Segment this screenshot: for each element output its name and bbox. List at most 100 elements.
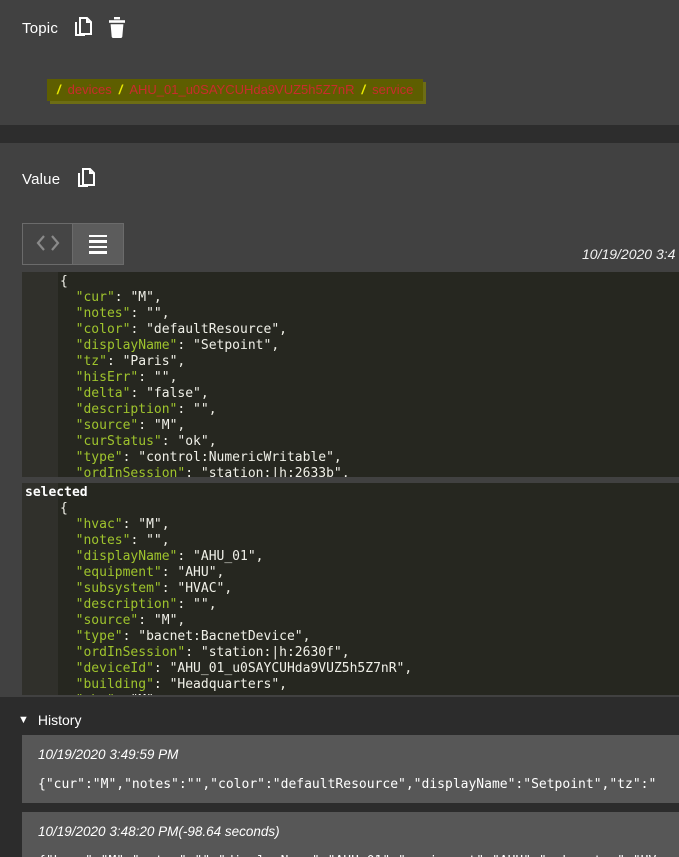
json-key: "displayName" [76,338,178,353]
json-key: "equipment" [76,565,162,580]
json-colon: : [130,386,146,401]
path-segment-devices[interactable]: devices [68,82,112,97]
json-code: {"cur": "M","notes": "","color": "defaul… [22,272,679,477]
path-segment-service[interactable]: service [372,82,413,97]
json-colon: : [123,629,139,644]
json-value: "AHU", [177,565,224,580]
code-line: "source": "M", [22,418,679,434]
raw-view-button[interactable] [23,224,73,264]
code-line: "equipment": "AHU", [22,565,679,581]
code-line: "deviceId": "AHU_01_u0SAYCUHda9VUZ5h5Z7n… [22,661,679,677]
json-key: "ordInSession" [76,645,186,660]
json-colon: : [177,597,193,612]
json-key: "hisErr" [76,370,139,385]
current-value-json[interactable]: {"cur": "M","notes": "","color": "defaul… [22,272,679,477]
json-key: "subsystem" [76,581,162,596]
copy-icon [73,16,93,41]
code-line: "hisErr": "", [22,370,679,386]
json-colon: : [123,517,139,532]
code-line: "cur": "M", [22,290,679,306]
json-value: "M", [154,418,185,433]
json-value: "M", [130,290,161,305]
value-view-toggle [22,223,124,265]
json-value: "ok", [177,434,216,449]
json-colon: : [162,581,178,596]
json-value: "AHU_01_u0SAYCUHda9VUZ5h5Z7nR", [170,661,413,676]
json-code: {"hvac": "M","notes": "","displayName": … [22,501,679,695]
json-value: "Setpoint", [193,338,279,353]
json-key: "notes" [76,306,131,321]
value-title: Value [22,171,60,188]
code-line: "displayName": "AHU_01", [22,549,679,565]
path-segment-device-id[interactable]: AHU_01_u0SAYCUHda9VUZ5h5Z7nR [129,82,354,97]
json-value: "AHU_01", [193,549,263,564]
selected-value-json[interactable]: selected {"hvac": "M","notes": "","displ… [22,483,679,695]
topic-header: Topic [22,16,126,41]
code-line: "notes": "", [22,533,679,549]
value-timestamp: 10/19/2020 3:4 [582,246,675,262]
json-key: "displayName" [76,549,178,564]
history-entry-timestamp: 10/19/2020 3:48:20 PM(-98.64 seconds) [38,824,280,839]
json-colon: : [154,661,170,676]
history-entry[interactable]: 10/19/2020 3:49:59 PM {"cur":"M","notes"… [22,735,679,803]
list-view-button[interactable] [73,224,123,264]
history-entry-timestamp: 10/19/2020 3:49:59 PM [38,747,178,762]
json-value: "station:|h:2633b", [201,466,350,477]
json-key: "source" [76,418,139,433]
history-entry[interactable]: 10/19/2020 3:48:20 PM(-98.64 seconds) {"… [22,812,679,857]
code-line: { [22,501,679,517]
mqtt-message-panel: Topic / devices / AHU_01 [0,0,679,857]
code-line: "type": "bacnet:BacnetDevice", [22,629,679,645]
json-value: "", [146,533,169,548]
code-line: "ordInSession": "station:|h:2633b", [22,466,679,477]
code-line: "notes": "", [22,306,679,322]
json-value: "Paris", [123,354,186,369]
json-value: "M", [138,517,169,532]
json-value: "HVAC", [177,581,232,596]
delete-topic-button[interactable] [108,17,126,41]
section-divider [0,125,679,143]
json-colon: : [107,354,123,369]
json-brace: { [60,274,68,289]
json-key: "building" [76,677,154,692]
json-value: "station:|h:2630f", [201,645,350,660]
json-colon: : [138,370,154,385]
copy-icon [76,167,96,192]
json-value: "", [146,306,169,321]
code-line: "description": "", [22,402,679,418]
json-value: "Headquarters", [170,677,287,692]
code-line: "curStatus": "ok", [22,434,679,450]
code-line: { [22,274,679,290]
path-separator: / [119,82,123,97]
selected-label: selected [22,485,679,501]
value-header: Value [22,167,96,192]
json-colon: : [130,533,146,548]
json-colon: : [177,549,193,564]
code-line: "building": "Headquarters", [22,677,679,693]
json-value: "defaultResource", [146,322,287,337]
copy-topic-button[interactable] [73,16,93,41]
json-key: "ordInSession" [76,466,186,477]
copy-value-button[interactable] [76,167,96,192]
topic-title: Topic [22,20,58,37]
code-line: "hvac": "M", [22,517,679,533]
json-colon: : [123,450,139,465]
json-key: "notes" [76,533,131,548]
trash-icon [108,17,126,41]
code-line: "ordInSession": "station:|h:2630f", [22,645,679,661]
list-icon [89,235,107,254]
json-value: "false", [146,386,209,401]
json-value: "", [154,370,177,385]
json-value: "", [193,402,216,417]
path-separator: / [57,82,61,97]
code-line: "ahu": "M", [22,693,679,695]
json-key: "tz" [76,354,107,369]
json-key: "curStatus" [76,434,162,449]
topic-path[interactable]: / devices / AHU_01_u0SAYCUHda9VUZ5h5Z7nR… [47,79,423,101]
json-colon: : [185,645,201,660]
collapse-caret-icon: ▼ [18,714,29,726]
json-colon: : [154,677,170,692]
history-collapse-toggle[interactable]: ▼ History [18,712,81,728]
json-key: "description" [76,402,178,417]
json-colon: : [162,565,178,580]
